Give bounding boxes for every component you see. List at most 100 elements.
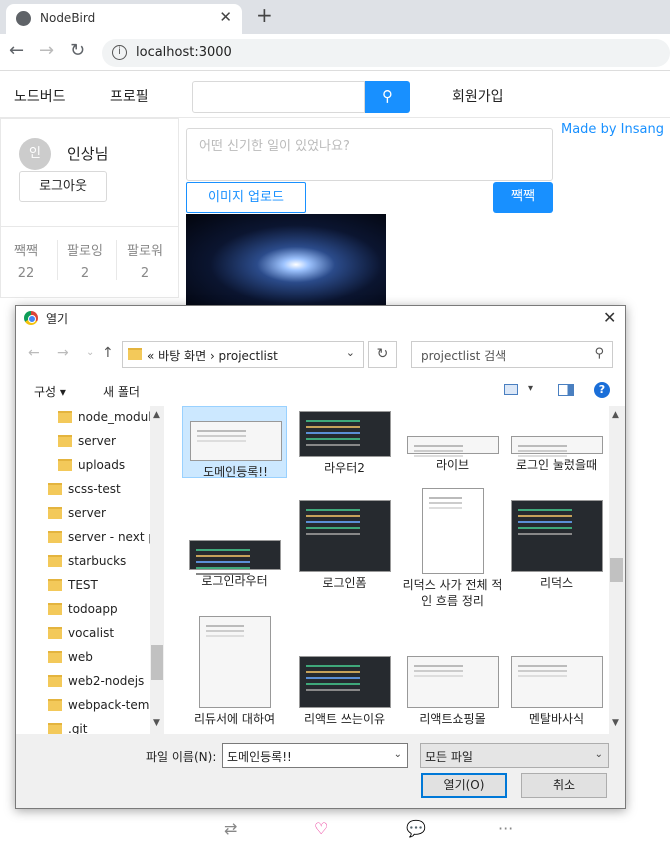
folder-icon bbox=[48, 531, 62, 543]
info-icon[interactable]: i bbox=[112, 45, 127, 60]
menu-profile[interactable]: 프로필 bbox=[110, 86, 149, 106]
tree-item[interactable]: todoapp bbox=[48, 602, 118, 616]
post-textarea[interactable]: 어떤 신기한 일이 있었나요? bbox=[186, 128, 553, 181]
file-name: 로그인 눌렀을때 bbox=[515, 458, 598, 472]
scroll-down-icon[interactable]: ▼ bbox=[612, 718, 619, 728]
tree-scrollbar[interactable] bbox=[150, 406, 164, 734]
cancel-button[interactable]: 취소 bbox=[521, 773, 607, 798]
file-item[interactable]: 리액트 쓰는이유 bbox=[292, 614, 397, 734]
stat-divider bbox=[116, 240, 117, 280]
folder-icon bbox=[48, 579, 62, 591]
scroll-up-icon[interactable]: ▲ bbox=[153, 410, 160, 420]
tree-scroll-thumb[interactable] bbox=[151, 645, 163, 680]
file-item[interactable]: 리액트쇼핑몰 bbox=[400, 614, 505, 734]
tree-item[interactable]: starbucks bbox=[48, 554, 126, 568]
scroll-up-icon[interactable]: ▲ bbox=[612, 410, 619, 420]
search-input[interactable] bbox=[192, 81, 365, 113]
search-button[interactable]: ⚲ bbox=[365, 81, 410, 113]
filename-input[interactable]: 도메인등록!! ⌄ bbox=[222, 743, 408, 768]
reload-icon[interactable]: ↻ bbox=[70, 40, 85, 61]
heart-icon[interactable]: ♡ bbox=[314, 819, 328, 838]
stat-followers[interactable]: 팔로워 2 bbox=[119, 240, 171, 281]
file-item[interactable]: 라우터2 bbox=[292, 406, 397, 478]
tree-item[interactable]: web2-nodejs bbox=[48, 674, 144, 688]
post-image[interactable] bbox=[186, 214, 386, 306]
retweet-icon[interactable]: ⇄ bbox=[224, 819, 237, 838]
tree-item[interactable]: TEST bbox=[48, 578, 98, 592]
file-item[interactable]: 리덕스 사가 전체 적인 흐름 정리 bbox=[400, 486, 505, 614]
tree-item-label: starbucks bbox=[68, 554, 127, 568]
tree-item[interactable]: server - next p bbox=[48, 530, 156, 544]
back-icon[interactable]: ← bbox=[9, 40, 24, 61]
path-breadcrumb[interactable]: « 바탕 화면 › projectlist ⌄ bbox=[122, 341, 364, 368]
recent-locations-icon[interactable]: ⌄ bbox=[86, 347, 94, 358]
folder-icon bbox=[128, 348, 142, 360]
stat-following[interactable]: 팔로잉 2 bbox=[59, 240, 111, 281]
tree-item[interactable]: server bbox=[58, 434, 116, 448]
folder-icon bbox=[48, 483, 62, 495]
filetype-select[interactable]: 모든 파일 ⌄ bbox=[420, 743, 609, 768]
open-button[interactable]: 열기(O) bbox=[421, 773, 507, 798]
close-tab-icon[interactable]: ✕ bbox=[219, 8, 232, 26]
file-name: 라이브 bbox=[435, 458, 470, 472]
tree-item[interactable]: scss-test bbox=[48, 482, 121, 496]
view-dropdown-icon[interactable]: ▾ bbox=[528, 383, 533, 394]
chevron-down-icon[interactable]: ⌄ bbox=[595, 749, 603, 760]
path-text: « 바탕 화면 › projectlist bbox=[147, 349, 278, 363]
tree-item-label: uploads bbox=[78, 458, 126, 472]
folder-icon bbox=[48, 699, 62, 711]
help-icon[interactable]: ? bbox=[594, 382, 610, 398]
logout-button[interactable]: 로그아웃 bbox=[19, 171, 107, 202]
dialog-close-icon[interactable]: ✕ bbox=[603, 308, 616, 327]
file-thumbnail bbox=[198, 616, 271, 708]
chevron-down-icon[interactable]: ⌄ bbox=[346, 346, 355, 359]
dialog-back-icon[interactable]: ← bbox=[28, 345, 40, 361]
file-name: 도메인등록!! bbox=[203, 465, 268, 479]
file-scroll-thumb[interactable] bbox=[610, 558, 623, 582]
tree-item-label: webpack-temp bbox=[68, 698, 158, 712]
up-folder-icon[interactable]: ↑ bbox=[102, 345, 114, 361]
forward-icon[interactable]: → bbox=[39, 40, 54, 61]
file-item[interactable]: 라이브 bbox=[400, 406, 505, 478]
tree-item[interactable]: vocalist bbox=[48, 626, 114, 640]
dialog-search-input[interactable]: projectlist 검색 ⚲ bbox=[411, 341, 613, 368]
file-item[interactable]: 멘탈바사식 bbox=[504, 614, 609, 734]
preview-pane-icon[interactable] bbox=[558, 384, 574, 396]
chevron-down-icon[interactable]: ⌄ bbox=[394, 749, 402, 760]
address-bar[interactable]: i localhost:3000 bbox=[102, 39, 670, 67]
refresh-button[interactable]: ↻ bbox=[368, 341, 397, 368]
organize-menu[interactable]: 구성 ▾ bbox=[34, 383, 66, 400]
file-item[interactable]: 로그인폼 bbox=[292, 486, 397, 614]
file-item[interactable]: 리덕스 bbox=[504, 486, 609, 614]
tree-item[interactable]: web bbox=[48, 650, 93, 664]
tree-item[interactable]: node_module bbox=[58, 410, 159, 424]
file-thumbnail bbox=[298, 411, 391, 457]
stat-tweets[interactable]: 짹짹 22 bbox=[0, 240, 52, 281]
url-text: localhost:3000 bbox=[136, 45, 232, 60]
made-by-link[interactable]: Made by Insang bbox=[561, 122, 664, 137]
file-thumbnail bbox=[421, 488, 484, 574]
dialog-forward-icon[interactable]: → bbox=[57, 345, 69, 361]
tree-item[interactable]: webpack-temp bbox=[48, 698, 157, 712]
tree-item[interactable]: uploads bbox=[58, 458, 125, 472]
file-item[interactable]: 로그인라우터 bbox=[182, 486, 287, 614]
new-folder-button[interactable]: 새 폴더 bbox=[103, 383, 140, 400]
comment-icon[interactable]: 💬 bbox=[406, 819, 426, 838]
more-icon[interactable]: ··· bbox=[498, 819, 513, 838]
scroll-down-icon[interactable]: ▼ bbox=[153, 718, 160, 728]
view-icon[interactable] bbox=[504, 384, 518, 395]
file-item[interactable]: 리듀서에 대하여 bbox=[182, 614, 287, 734]
file-item[interactable]: 도메인등록!! bbox=[182, 406, 287, 479]
image-upload-button[interactable]: 이미지 업로드 bbox=[186, 182, 306, 213]
tree-item[interactable]: server bbox=[48, 506, 106, 520]
file-item[interactable]: 로그인 눌렀을때 bbox=[504, 406, 609, 478]
submit-post-button[interactable]: 짹짹 bbox=[493, 182, 553, 213]
new-tab-button[interactable]: + bbox=[256, 3, 273, 27]
file-thumbnail bbox=[510, 500, 603, 572]
menu-home[interactable]: 노드버드 bbox=[14, 86, 66, 106]
tree-item[interactable]: .git bbox=[48, 722, 87, 734]
menu-signup[interactable]: 회원가입 bbox=[452, 86, 504, 106]
browser-tab[interactable]: NodeBird ✕ bbox=[6, 4, 242, 34]
folder-icon bbox=[58, 459, 72, 471]
card-divider bbox=[0, 226, 179, 227]
